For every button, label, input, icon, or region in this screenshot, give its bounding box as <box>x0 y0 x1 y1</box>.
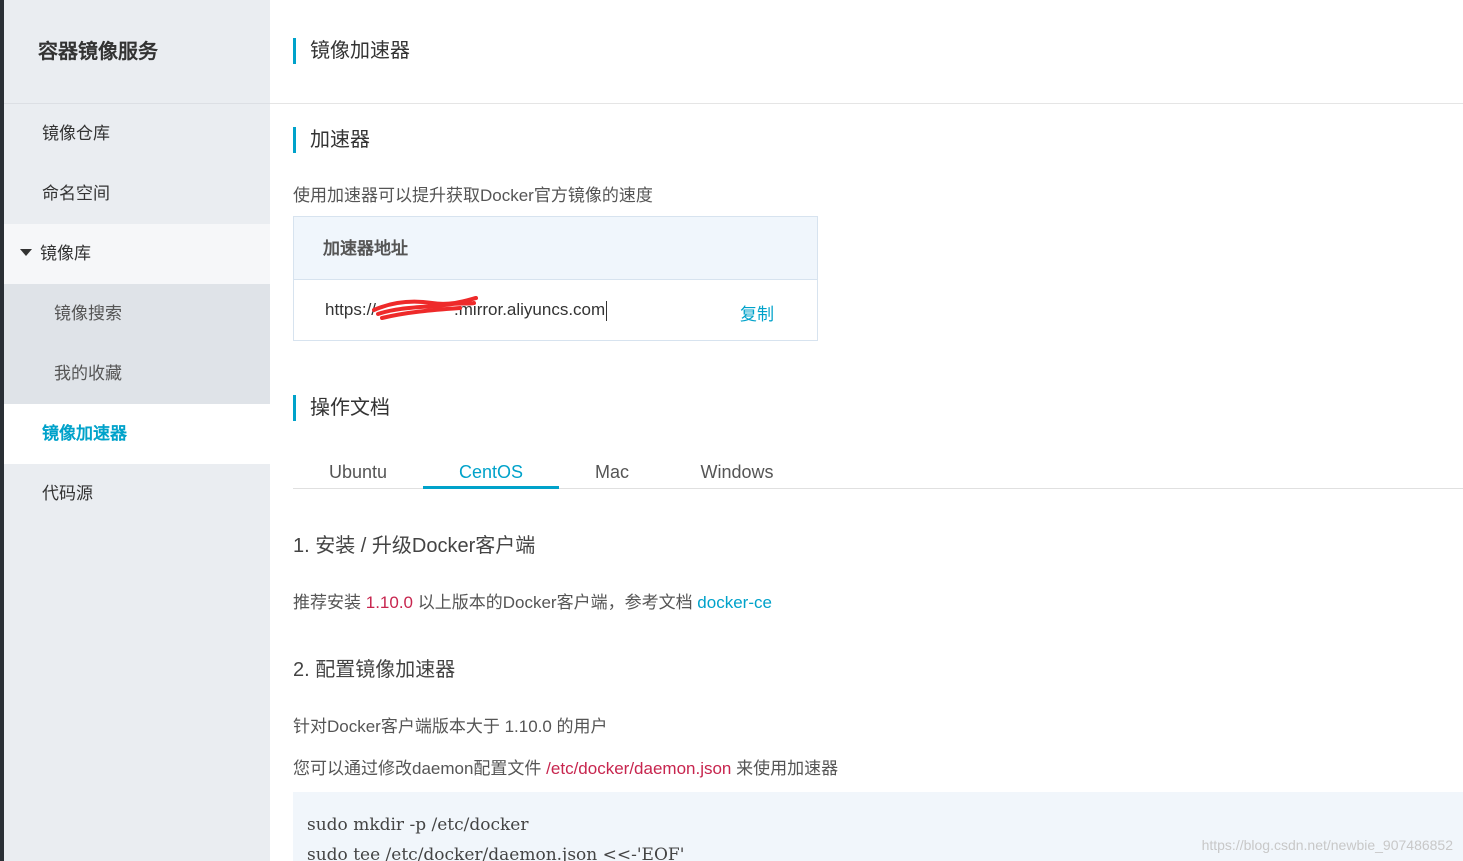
step2-text2: 您可以通过修改daemon配置文件 /etc/docker/daemon.jso… <box>293 754 838 779</box>
sidebar-item-image-library[interactable]: 镜像库 <box>4 224 270 284</box>
tab-centos[interactable]: CentOS <box>423 455 559 489</box>
docs-section-title: 操作文档 <box>293 395 390 421</box>
accelerator-description: 使用加速器可以提升获取Docker官方镜像的速度 <box>293 186 653 205</box>
page-title: 镜像加速器 <box>293 38 410 64</box>
url-prefix: https:// <box>325 300 377 319</box>
sidebar-title: 容器镜像服务 <box>4 0 270 104</box>
tab-mac[interactable]: Mac <box>559 455 665 489</box>
main-content: 镜像加速器 加速器 使用加速器可以提升获取Docker官方镜像的速度 加速器地址… <box>270 0 1463 861</box>
tab-windows[interactable]: Windows <box>685 455 789 489</box>
code-line: sudo mkdir -p /etc/docker <box>307 815 529 835</box>
sidebar-item-image-search[interactable]: 镜像搜索 <box>4 284 270 344</box>
accelerator-box: 加速器地址 https://.mirror.aliyuncs.com 复制 <box>293 216 818 341</box>
watermark: https://blog.csdn.net/newbie_907486852 <box>1201 837 1453 853</box>
text-cursor <box>606 300 608 321</box>
accelerator-section-title: 加速器 <box>293 127 370 153</box>
sidebar-item-code-source[interactable]: 代码源 <box>4 464 270 524</box>
step2-text2-b: 来使用加速器 <box>731 759 839 778</box>
sidebar-item-label: 镜像库 <box>40 244 91 263</box>
sidebar-item-image-repo[interactable]: 镜像仓库 <box>4 104 270 164</box>
sidebar-item-accelerator[interactable]: 镜像加速器 <box>4 404 270 464</box>
tab-ubuntu[interactable]: Ubuntu <box>293 455 423 489</box>
step2-text2-a: 您可以通过修改daemon配置文件 <box>293 759 547 778</box>
sidebar-item-favorites[interactable]: 我的收藏 <box>4 344 270 404</box>
step2-title: 2. 配置镜像加速器 <box>293 659 456 681</box>
docker-ce-link[interactable]: docker-ce <box>697 593 772 612</box>
accelerator-box-body: https://.mirror.aliyuncs.com 复制 <box>294 280 817 340</box>
sidebar-item-namespace[interactable]: 命名空间 <box>4 164 270 224</box>
os-tabs: Ubuntu CentOS Mac Windows <box>293 455 1463 489</box>
step1-title: 1. 安装 / 升级Docker客户端 <box>293 535 536 557</box>
config-path-highlight: /etc/docker/daemon.json <box>546 759 732 778</box>
step2-text1: 针对Docker客户端版本大于 1.10.0 的用户 <box>293 717 608 736</box>
page-header: 镜像加速器 <box>270 0 1463 104</box>
redaction-scribble <box>372 296 478 320</box>
step1-text: 推荐安装 1.10.0 以上版本的Docker客户端，参考文档 docker-c… <box>293 588 772 613</box>
caret-down-icon <box>20 249 32 257</box>
sidebar: 容器镜像服务 镜像仓库 命名空间 镜像库 镜像搜索 我的收藏 镜像加速器 代码源 <box>4 0 270 861</box>
copy-button[interactable]: 复制 <box>740 300 774 325</box>
version-highlight: 1.10.0 <box>365 593 413 612</box>
accelerator-box-header: 加速器地址 <box>294 217 817 280</box>
step1-text-b: 以上版本的Docker客户端，参考文档 <box>413 593 698 612</box>
step1-text-a: 推荐安装 <box>293 593 366 612</box>
